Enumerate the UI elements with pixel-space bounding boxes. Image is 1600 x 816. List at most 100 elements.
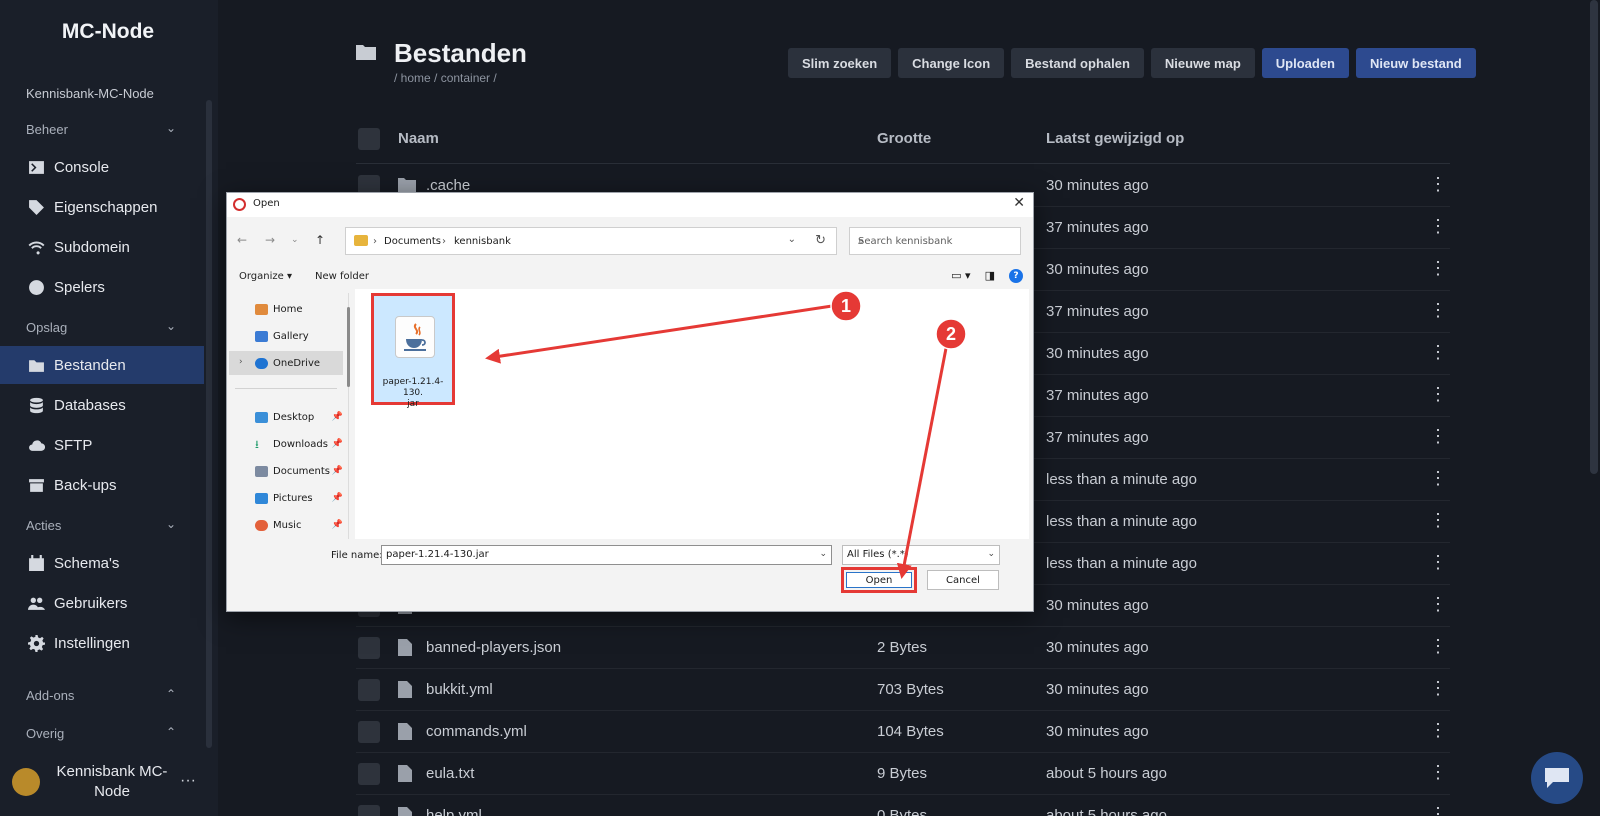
file-type-select[interactable]: All Files (*.*) ⌄	[842, 545, 1000, 565]
kebab-menu-icon[interactable]: ⋮	[1429, 594, 1447, 615]
kebab-menu-icon[interactable]: ⋮	[1429, 300, 1447, 321]
kebab-menu-icon[interactable]: ⋮	[1429, 258, 1447, 279]
table-row[interactable]: bukkit.yml 703 Bytes 30 minutes ago ⋮	[356, 669, 1450, 711]
sidebar-item-sftp[interactable]: SFTP	[0, 426, 204, 464]
nav-item-onedrive[interactable]: › OneDrive	[229, 351, 343, 375]
upload-button[interactable]: Uploaden	[1261, 48, 1349, 78]
sidebar-item-console[interactable]: Console	[0, 148, 204, 186]
sidebar-item-bestanden[interactable]: Bestanden	[0, 346, 204, 384]
forward-arrow-icon[interactable]: →	[265, 233, 275, 247]
nav-item-music[interactable]: Music 📌	[229, 513, 343, 537]
kebab-menu-icon[interactable]: ⋮	[1429, 174, 1447, 195]
file-name[interactable]: bukkit.yml	[426, 681, 493, 698]
address-segment-kennisbank[interactable]: kennisbank	[454, 236, 511, 247]
sidebar-item-eigenschappen[interactable]: Eigenschappen	[0, 188, 204, 226]
avatar[interactable]	[12, 768, 40, 796]
file-name[interactable]: banned-players.json	[426, 639, 561, 656]
file-name[interactable]: help.yml	[426, 807, 482, 816]
row-checkbox[interactable]	[358, 679, 380, 701]
column-size[interactable]: Grootte	[877, 130, 931, 147]
fetch-file-button[interactable]: Bestand ophalen	[1011, 48, 1144, 78]
kebab-menu-icon[interactable]: ⋮	[1429, 552, 1447, 573]
kebab-menu-icon[interactable]: ⋮	[1429, 762, 1447, 783]
nav-item-desktop[interactable]: Desktop 📌	[229, 405, 343, 429]
user-menu[interactable]: Kennisbank MC-Node ···	[0, 754, 216, 816]
kebab-menu-icon[interactable]: ⋮	[1429, 720, 1447, 741]
chevron-up-icon: ⌃	[165, 725, 176, 739]
section-overig[interactable]: Overig ⌃	[26, 725, 176, 741]
new-file-button[interactable]: Nieuw bestand	[1356, 48, 1476, 78]
cancel-button[interactable]: Cancel	[927, 570, 999, 590]
row-checkbox[interactable]	[358, 721, 380, 743]
sidebar-item-instellingen[interactable]: Instellingen	[0, 624, 204, 662]
table-row[interactable]: help.yml 0 Bytes about 5 hours ago ⋮	[356, 795, 1450, 816]
row-checkbox[interactable]	[358, 637, 380, 659]
up-arrow-icon[interactable]: ↑	[315, 233, 325, 247]
nav-item-documents[interactable]: Documents 📌	[229, 459, 343, 483]
chat-button[interactable]	[1531, 752, 1583, 804]
row-checkbox[interactable]	[358, 763, 380, 785]
new-folder-button[interactable]: New folder	[315, 271, 369, 282]
kebab-menu-icon[interactable]: ⋮	[1429, 216, 1447, 237]
recent-locations-chevron-icon[interactable]: ⌄	[291, 235, 299, 245]
nav-item-downloads[interactable]: ⭳ Downloads 📌	[229, 432, 343, 456]
file-name-field[interactable]: paper-1.21.4-130.jar ⌄	[381, 545, 832, 565]
brand-logo[interactable]: MC-Node	[0, 20, 216, 44]
preview-pane-icon[interactable]: ◨	[985, 269, 995, 283]
nav-item-home[interactable]: Home	[229, 297, 343, 321]
chevron-down-icon[interactable]: ⌄	[819, 549, 827, 559]
address-segment-documents[interactable]: Documents	[384, 236, 441, 247]
row-checkbox[interactable]	[358, 805, 380, 816]
kebab-menu-icon[interactable]: ⋮	[1429, 510, 1447, 531]
section-add-ons[interactable]: Add-ons ⌃	[26, 687, 176, 703]
kebab-menu-icon[interactable]: ⋮	[1429, 426, 1447, 447]
change-icon-button[interactable]: Change Icon	[898, 48, 1005, 78]
chevron-down-icon[interactable]: ⌄	[788, 234, 796, 245]
column-modified[interactable]: Laatst gewijzigd op	[1046, 130, 1184, 147]
breadcrumb[interactable]: / home / container /	[394, 71, 497, 85]
sidebar-item-schemas[interactable]: Schema's	[0, 544, 204, 582]
section-acties[interactable]: Acties ⌄	[26, 517, 176, 533]
new-folder-button[interactable]: Nieuwe map	[1150, 48, 1255, 78]
kebab-menu-icon[interactable]: ⋮	[1429, 804, 1447, 816]
refresh-icon[interactable]: ↻	[815, 233, 826, 248]
sidebar-item-back-ups[interactable]: Back-ups	[0, 466, 204, 504]
select-all-checkbox[interactable]	[358, 128, 380, 150]
table-row[interactable]: eula.txt 9 Bytes about 5 hours ago ⋮	[356, 753, 1450, 795]
sidebar-item-gebruikers[interactable]: Gebruikers	[0, 584, 204, 622]
nav-item-pictures[interactable]: Pictures 📌	[229, 486, 343, 510]
dialog-titlebar[interactable]: Open ✕	[227, 193, 1033, 217]
view-mode-icon[interactable]: ▭ ▾	[951, 269, 970, 283]
kebab-menu-icon[interactable]: ⋮	[1429, 636, 1447, 657]
kebab-menu-icon[interactable]: ⋮	[1429, 342, 1447, 363]
table-row[interactable]: banned-players.json 2 Bytes 30 minutes ago…	[356, 627, 1450, 669]
address-bar[interactable]: › Documents › kennisbank ⌄ ↻	[345, 227, 837, 255]
smart-search-button[interactable]: Slim zoeken	[788, 48, 892, 78]
open-button[interactable]: Open	[846, 572, 912, 588]
section-opslag[interactable]: Opslag ⌄	[26, 319, 176, 335]
onedrive-icon	[255, 357, 268, 369]
file-name[interactable]: eula.txt	[426, 765, 474, 782]
column-name[interactable]: Naam	[398, 130, 439, 147]
nav-pane-scrollbar[interactable]	[347, 307, 350, 387]
sidebar-scrollbar[interactable]	[206, 100, 212, 748]
nav-item-gallery[interactable]: Gallery	[229, 324, 343, 348]
more-options-icon[interactable]: ···	[180, 772, 196, 790]
file-item-paper-jar[interactable]: paper-1.21.4-130. jar	[371, 293, 455, 409]
search-input[interactable]: Search kennisbank ⌕	[849, 227, 1021, 255]
close-icon[interactable]: ✕	[1013, 195, 1025, 211]
kebab-menu-icon[interactable]: ⋮	[1429, 678, 1447, 699]
organize-menu[interactable]: Organize ▾	[239, 271, 292, 282]
back-arrow-icon[interactable]: ←	[237, 233, 247, 247]
table-row[interactable]: commands.yml 104 Bytes 30 minutes ago ⋮	[356, 711, 1450, 753]
kebab-menu-icon[interactable]: ⋮	[1429, 384, 1447, 405]
sidebar-item-spelers[interactable]: Spelers	[0, 268, 204, 306]
section-beheer[interactable]: Beheer ⌄	[26, 121, 176, 137]
kebab-menu-icon[interactable]: ⋮	[1429, 468, 1447, 489]
file-name[interactable]: commands.yml	[426, 723, 527, 740]
help-icon[interactable]: ?	[1009, 269, 1023, 283]
page-scrollbar[interactable]	[1590, 0, 1598, 474]
expand-chevron-icon[interactable]: ›	[239, 357, 243, 367]
sidebar-item-subdomein[interactable]: Subdomein	[0, 228, 204, 266]
sidebar-item-databases[interactable]: Databases	[0, 386, 204, 424]
